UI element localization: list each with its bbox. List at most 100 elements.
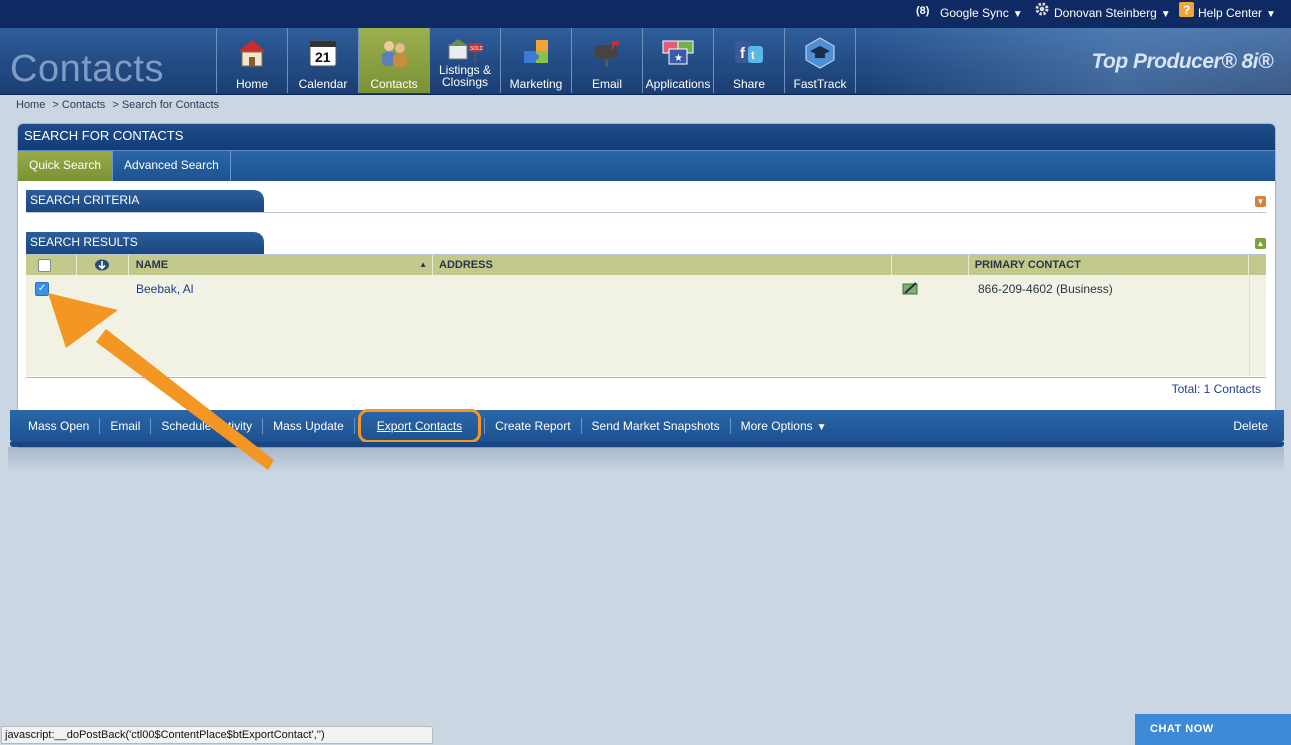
puzzle-icon (518, 36, 554, 70)
schedule-activity-button[interactable]: Schedule Activity (151, 418, 264, 434)
primary-contact-value: 866-209-4602 (Business) (978, 282, 1113, 296)
svg-text:★: ★ (674, 53, 683, 64)
table-header: NAME ▲ ADDRESS PRIMARY CONTACT (26, 255, 1266, 275)
search-criteria-title: SEARCH CRITERIA (26, 190, 264, 212)
main-nav: Home 21 Calendar Contacts SOLD Listings … (216, 28, 856, 93)
nav-calendar[interactable]: 21 Calendar (287, 28, 358, 93)
address-column-header[interactable]: ADDRESS (433, 255, 892, 275)
select-all-cell (26, 255, 77, 275)
mass-open-button[interactable]: Mass Open (10, 418, 101, 434)
send-market-snapshots-button[interactable]: Send Market Snapshots (582, 418, 731, 434)
export-column-header (77, 255, 129, 275)
svg-text:?: ? (1183, 3, 1190, 17)
primary-contact-header-label: PRIMARY CONTACT (974, 259, 1081, 271)
nav-label: Home (235, 77, 268, 91)
create-report-button[interactable]: Create Report (484, 418, 582, 434)
select-all-checkbox[interactable] (37, 259, 51, 272)
address-header-label: ADDRESS (439, 259, 493, 271)
calendar-icon: 21 (305, 36, 341, 70)
sort-ascending-icon: ▲ (419, 260, 428, 269)
panel-title: SEARCH FOR CONTACTS (18, 124, 1275, 150)
google-sync-menu[interactable]: (8) Google Sync ▼ (916, 0, 1023, 28)
top-bar: (8) Google Sync ▼ Donovan Steinberg ▼ ? He… (0, 0, 1291, 28)
nav-marketing[interactable]: Marketing (500, 28, 571, 93)
nav-share[interactable]: ft Share (713, 28, 784, 93)
user-name: Donovan Steinberg (1054, 6, 1157, 20)
breadcrumb-home[interactable]: Home (16, 99, 45, 111)
search-criteria-header: SEARCH CRITERIA ▼ (26, 190, 1266, 213)
primary-contact-column-header[interactable]: PRIMARY CONTACT (969, 255, 1250, 275)
google-sync-label: Google Sync (940, 6, 1009, 20)
search-tabs: Quick Search Advanced Search (18, 150, 1275, 181)
breadcrumb-current: > Search for Contacts (112, 99, 220, 111)
table-row[interactable]: ✓ Beebak, Al 866-209-4602 (Business) (26, 275, 1250, 303)
browser-status-bar: javascript:__doPostBack('ctl00$ContentPl… (1, 726, 433, 744)
app-header: Contacts Top Producer® 8i® Home 21 Calen… (0, 28, 1291, 95)
nav-label: FastTrack (793, 77, 847, 91)
nav-label: Share (732, 77, 766, 91)
nav-applications[interactable]: ★ Applications (642, 28, 713, 93)
map-pin-icon[interactable] (902, 281, 919, 299)
svg-text:SOLD: SOLD (470, 46, 483, 52)
scroll-header (1249, 255, 1266, 275)
svg-text:t: t (751, 50, 755, 62)
table-scrollbar[interactable] (1249, 275, 1266, 376)
name-column-header[interactable]: NAME ▲ (129, 255, 434, 275)
chevron-down-icon: ▼ (816, 422, 827, 433)
email-button[interactable]: Email (100, 418, 152, 434)
breadcrumb-contacts[interactable]: > Contacts (52, 99, 105, 111)
delete-button[interactable]: Delete (1233, 418, 1268, 434)
mass-update-button[interactable]: Mass Update (263, 418, 355, 434)
more-options-menu[interactable]: More Options ▼ (731, 418, 837, 434)
apps-icon: ★ (660, 36, 696, 70)
nav-label: Applications (645, 77, 711, 91)
nav-label: Email (591, 77, 622, 91)
row-checkbox[interactable]: ✓ (35, 282, 49, 296)
contact-name-link[interactable]: Beebak, Al (136, 282, 193, 296)
nav-listings-closings[interactable]: SOLD Listings & Closings (429, 28, 500, 93)
chevron-down-icon: ▼ (1160, 9, 1171, 20)
svg-text:(8): (8) (916, 5, 930, 17)
help-center-menu[interactable]: ? Help Center ▼ (1179, 0, 1276, 28)
results-total: Total: 1 Contacts (1171, 382, 1261, 396)
brand-logo: Top Producer® 8i® (1091, 50, 1273, 73)
graduation-cap-icon (802, 36, 838, 70)
breadcrumb: Home > Contacts > Search for Contacts (16, 99, 223, 111)
search-results-header: SEARCH RESULTS ▲ (26, 232, 1266, 255)
export-contacts-button[interactable]: Export Contacts (357, 409, 482, 443)
user-menu[interactable]: Donovan Steinberg ▼ (1034, 0, 1171, 28)
cloud-download-icon[interactable] (94, 259, 110, 275)
people-icon (376, 36, 412, 70)
tab-advanced-search[interactable]: Advanced Search (113, 151, 231, 181)
house-icon (234, 36, 270, 70)
map-column-header (892, 255, 969, 275)
collapse-icon[interactable]: ▲ (1255, 238, 1266, 249)
calendar-day: 21 (315, 49, 331, 65)
action-bar: Mass Open Email Schedule Activity Mass U… (10, 409, 1284, 443)
panel-shadow (8, 447, 1284, 473)
tab-quick-search[interactable]: Quick Search (18, 151, 114, 181)
chat-now-button[interactable]: CHAT NOW (1135, 714, 1291, 745)
nav-label: Calendar (298, 77, 348, 91)
more-options-label: More Options (740, 419, 813, 433)
gear-icon (1034, 0, 1050, 27)
expand-icon[interactable]: ▼ (1255, 196, 1266, 207)
nav-label-line2: Closings (441, 75, 489, 89)
nav-contacts[interactable]: Contacts (358, 28, 429, 93)
results-table: NAME ▲ ADDRESS PRIMARY CONTACT ✓ Beebak,… (26, 255, 1266, 378)
nav-label: Marketing (509, 77, 563, 91)
chevron-down-icon: ▼ (1266, 9, 1276, 20)
table-body: ✓ Beebak, Al 866-209-4602 (Business) (26, 275, 1266, 376)
nav-email[interactable]: Email (571, 28, 642, 93)
social-share-icon: ft (731, 36, 767, 70)
name-header-label: NAME (135, 259, 169, 271)
nav-fasttrack[interactable]: FastTrack (784, 28, 856, 93)
nav-label: Listings & Closings (430, 64, 500, 88)
help-center-label: Help Center (1198, 6, 1263, 20)
mailbox-icon (589, 36, 625, 70)
app-title: Contacts (10, 48, 164, 90)
chevron-down-icon: ▼ (1012, 9, 1023, 20)
search-results-title: SEARCH RESULTS (26, 232, 264, 254)
nav-label: Contacts (370, 77, 418, 91)
nav-home[interactable]: Home (216, 28, 287, 93)
